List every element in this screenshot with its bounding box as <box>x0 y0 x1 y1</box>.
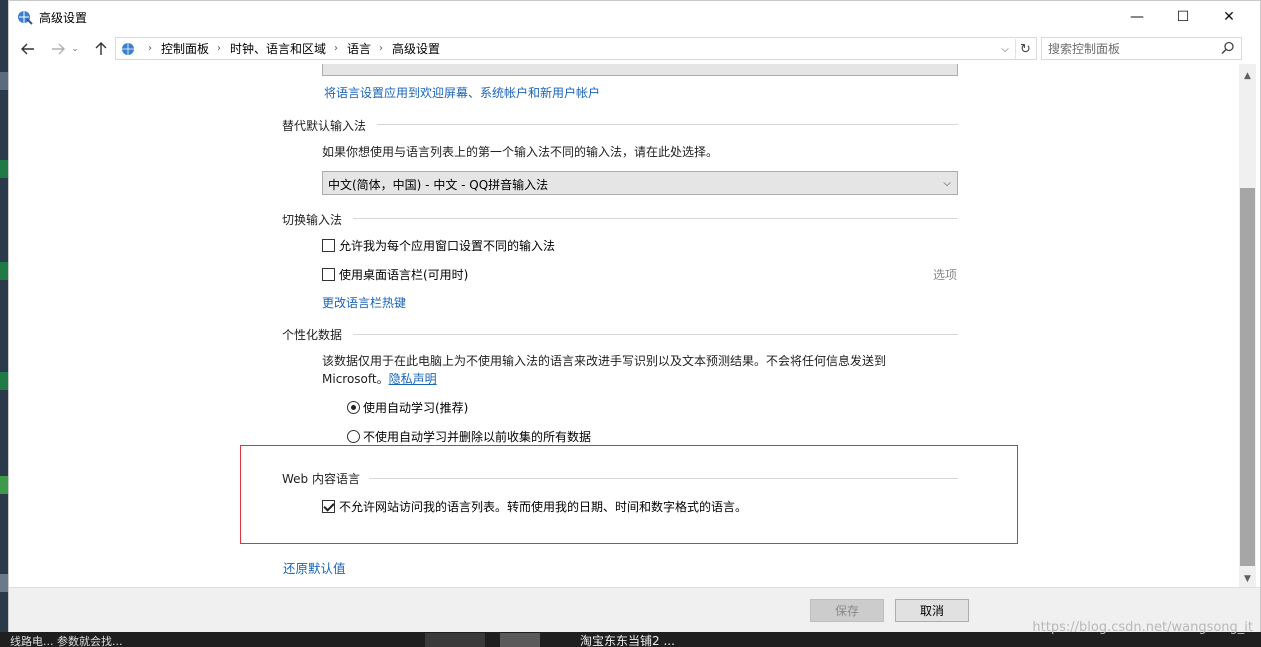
chevron-down-icon: ▼ <box>1244 573 1251 584</box>
override-input-title: 替代默认输入法 <box>282 119 367 133</box>
address-bar[interactable]: › 控制面板 › 时钟、语言和区域 › 语言 › 高级设置 ⌵ ↻ <box>115 37 1037 60</box>
vertical-scrollbar[interactable]: ▲ ▼ <box>1239 64 1256 587</box>
breadcrumb-separator: › <box>334 43 339 54</box>
forward-button[interactable] <box>47 38 69 60</box>
breadcrumb-separator: › <box>217 43 222 54</box>
minimize-button[interactable]: — <box>1114 1 1160 32</box>
close-button[interactable]: ✕ <box>1206 1 1252 32</box>
breadcrumb-separator: › <box>379 43 384 54</box>
personalization-description-line2: Microsoft。隐私声明 <box>322 369 437 389</box>
taskbar-item-label[interactable]: 淘宝东东当铺2 ... <box>580 632 675 647</box>
block-language-list-option[interactable]: 不允许网站访问我的语言列表。转而使用我的日期、时间和数字格式的语言。 <box>322 498 747 515</box>
switch-input-title: 切换输入法 <box>282 213 343 227</box>
minimize-icon: — <box>1130 8 1144 25</box>
maximize-button[interactable]: ☐ <box>1160 1 1206 32</box>
desktop-icon <box>0 574 8 592</box>
section-divider <box>353 334 958 335</box>
web-content-language-title: Web 内容语言 <box>282 472 360 486</box>
change-hotkeys-link[interactable]: 更改语言栏热键 <box>322 293 406 313</box>
default-input-method-select[interactable]: 中文(简体，中国) - 中文 - QQ拼音输入法 ⌵ <box>322 171 958 195</box>
highlight-annotation-box <box>240 445 1018 544</box>
block-language-list-label: 不允许网站访问我的语言列表。转而使用我的日期、时间和数字格式的语言。 <box>339 500 748 514</box>
close-icon: ✕ <box>1223 8 1235 25</box>
default-input-method-value: 中文(简体，中国) - 中文 - QQ拼音输入法 <box>328 178 549 192</box>
desktop-icon <box>0 476 8 494</box>
language-settings-icon <box>18 11 33 25</box>
breadcrumb-control-panel[interactable]: 控制面板 <box>161 40 209 57</box>
personalization-title: 个性化数据 <box>282 328 343 342</box>
title-bar: 高级设置 — ☐ ✕ <box>9 1 1260 32</box>
section-divider <box>377 124 958 125</box>
forward-arrow-icon <box>52 43 65 55</box>
address-dropdown-button[interactable]: ⌵ <box>996 40 1014 58</box>
section-divider <box>369 478 958 479</box>
search-icon[interactable] <box>1221 41 1235 55</box>
chevron-down-icon: ⌵ <box>943 177 951 189</box>
search-input[interactable] <box>1048 41 1218 57</box>
save-button[interactable]: 保存 <box>810 599 884 622</box>
per-app-input-label: 允许我为每个应用窗口设置不同的输入法 <box>339 239 556 253</box>
auto-learning-option[interactable]: 使用自动学习(推荐) <box>347 399 468 416</box>
navigation-bar: ⌄ › 控制面板 › 时钟、语言和区域 › 语言 › 高级设置 ⌵ ↻ <box>9 32 1260 64</box>
refresh-icon: ↻ <box>1020 41 1031 57</box>
scroll-down-button[interactable]: ▼ <box>1239 570 1256 587</box>
settings-content: 将语言设置应用到欢迎屏幕、系统帐户和新用户帐户 替代默认输入法 如果你想使用与语… <box>9 64 1239 587</box>
no-auto-learning-radio[interactable] <box>347 430 360 443</box>
up-button[interactable] <box>90 38 112 60</box>
personalization-description-prefix: Microsoft。 <box>322 372 389 386</box>
window-title: 高级设置 <box>39 11 88 25</box>
per-app-input-option[interactable]: 允许我为每个应用窗口设置不同的输入法 <box>322 237 555 254</box>
control-panel-icon <box>118 39 140 59</box>
language-bar-options-link[interactable]: 选项 <box>933 266 957 283</box>
override-input-description: 如果你想使用与语言列表上的第一个输入法不同的输入法，请在此处选择。 <box>322 145 719 159</box>
chevron-down-icon: ⌵ <box>1001 43 1009 55</box>
up-arrow-icon <box>95 42 107 55</box>
taskbar-left-text: 线路电... 参数就会找... <box>10 635 123 647</box>
no-auto-learning-option[interactable]: 不使用自动学习并删除以前收集的所有数据 <box>347 428 591 445</box>
back-arrow-icon <box>21 43 34 55</box>
section-divider <box>353 218 958 219</box>
search-box <box>1041 37 1242 60</box>
taskbar-item[interactable] <box>425 633 485 647</box>
chevron-down-icon: ⌄ <box>71 44 79 54</box>
privacy-statement-link[interactable]: 隐私声明 <box>389 372 437 386</box>
apply-to-welcome-screen-link[interactable]: 将语言设置应用到欢迎屏幕、系统帐户和新用户帐户 <box>324 83 600 103</box>
excel-icon <box>0 372 8 390</box>
per-app-input-checkbox[interactable] <box>322 239 335 252</box>
desktop-background <box>0 0 8 647</box>
watermark: https://blog.csdn.net/wangsong_it <box>1032 620 1253 635</box>
breadcrumb-advanced-settings[interactable]: 高级设置 <box>392 40 440 57</box>
desktop-language-bar-checkbox[interactable] <box>322 268 335 281</box>
desktop-language-bar-label: 使用桌面语言栏(可用时) <box>339 268 469 282</box>
language-dropdown-partial[interactable] <box>322 64 958 76</box>
desktop-icon <box>0 72 8 90</box>
recent-locations-button[interactable]: ⌄ <box>69 38 81 60</box>
breadcrumb-clock-language-region[interactable]: 时钟、语言和区域 <box>230 40 326 57</box>
back-button[interactable] <box>17 38 39 60</box>
scroll-thumb[interactable] <box>1240 188 1255 566</box>
taskbar-item[interactable] <box>500 633 540 647</box>
auto-learning-label: 使用自动学习(推荐) <box>363 401 469 415</box>
restore-defaults-link[interactable]: 还原默认值 <box>283 559 346 579</box>
breadcrumb-separator: › <box>148 43 152 54</box>
chevron-up-icon: ▲ <box>1244 70 1251 81</box>
auto-learning-radio[interactable] <box>347 401 360 414</box>
advanced-settings-window: 高级设置 — ☐ ✕ ⌄ › 控制面板 › 时钟、语言和区域 › 语言 › 高级… <box>8 0 1261 632</box>
no-auto-learning-label: 不使用自动学习并删除以前收集的所有数据 <box>363 430 592 444</box>
scroll-up-button[interactable]: ▲ <box>1239 67 1256 84</box>
personalization-description-line1: 该数据仅用于在此电脑上为不使用输入法的语言来改进手写识别以及文本预测结果。不会将… <box>322 354 887 368</box>
maximize-icon: ☐ <box>1176 8 1190 25</box>
excel-icon <box>0 262 8 280</box>
block-language-list-checkbox[interactable] <box>322 500 335 513</box>
cancel-button[interactable]: 取消 <box>895 599 969 622</box>
breadcrumb-language[interactable]: 语言 <box>347 40 371 57</box>
refresh-button[interactable]: ↻ <box>1015 39 1035 59</box>
desktop-language-bar-option[interactable]: 使用桌面语言栏(可用时) <box>322 266 468 283</box>
excel-icon <box>0 160 8 178</box>
